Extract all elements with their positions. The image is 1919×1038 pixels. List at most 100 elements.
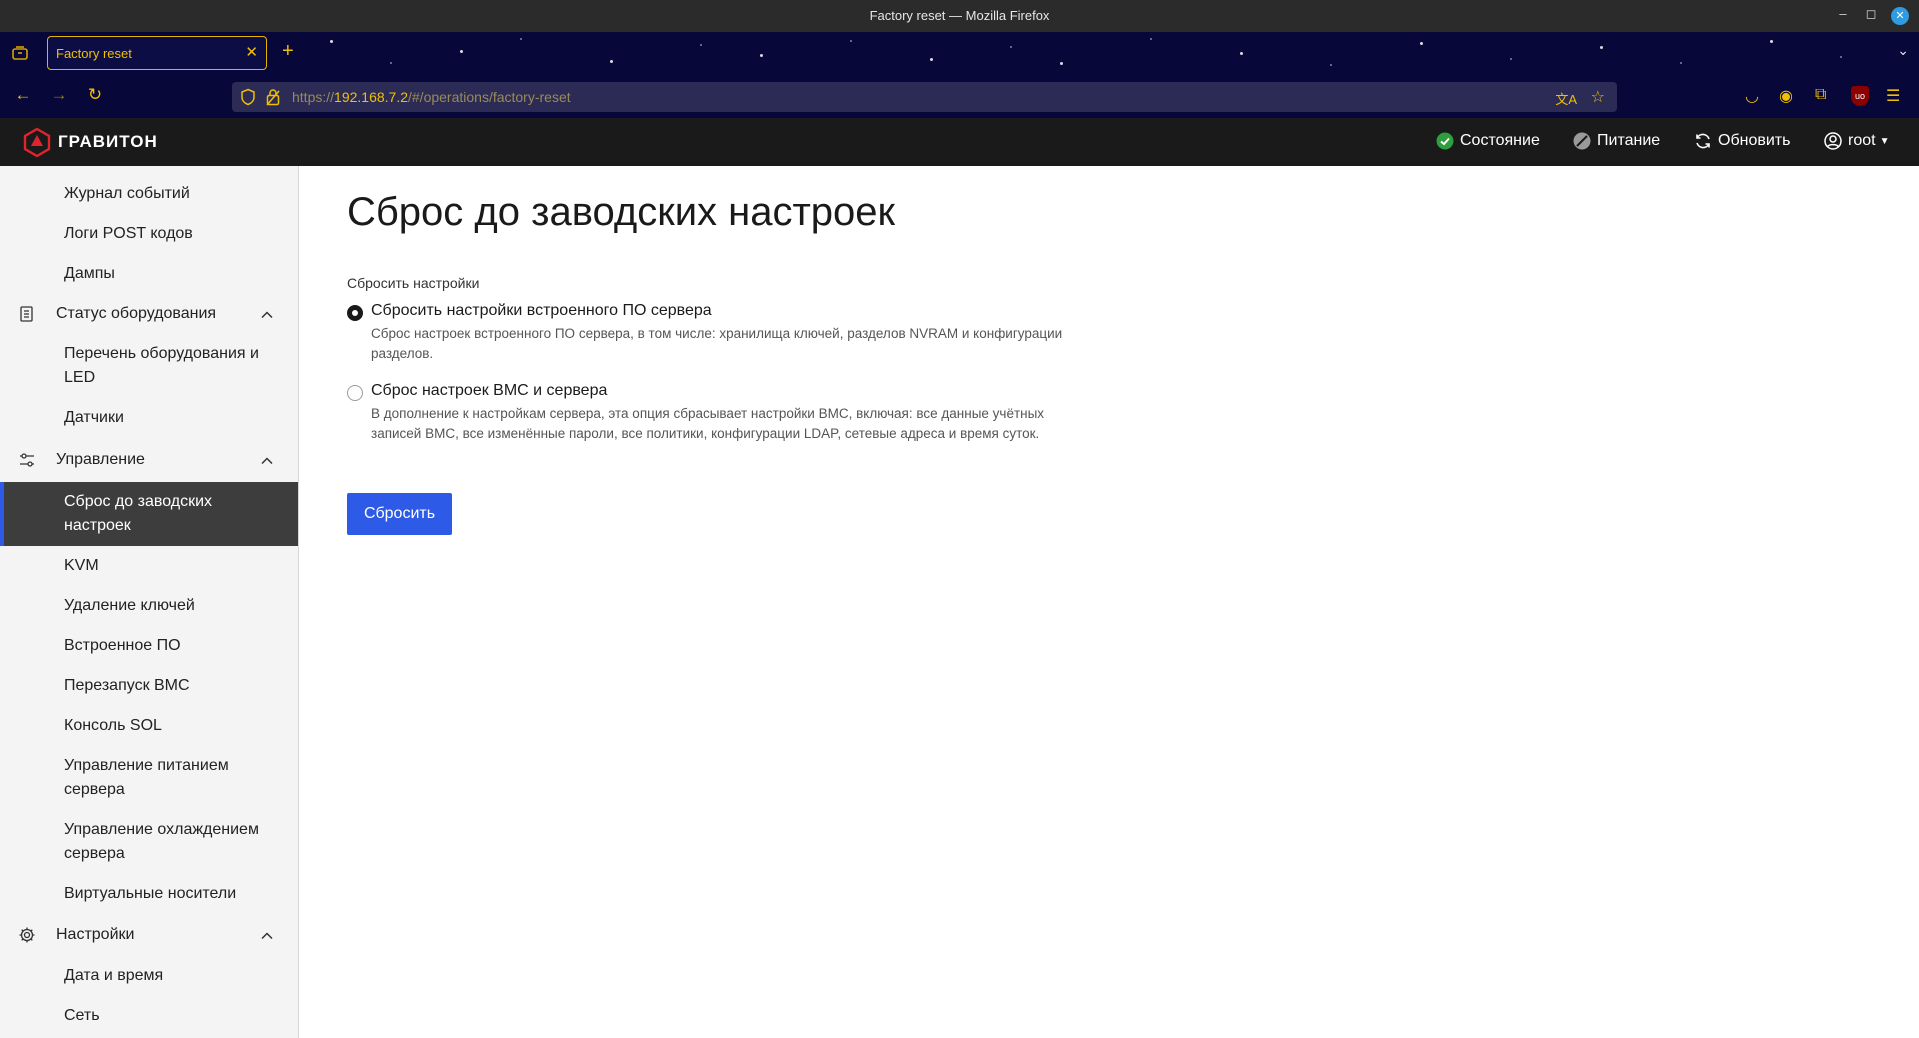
theme-star [1060, 62, 1063, 65]
url-bar[interactable]: https://192.168.7.2/#/operations/factory… [232, 82, 1617, 112]
sidebar-item-event-log[interactable]: Журнал событий [0, 182, 298, 210]
user-icon [1824, 132, 1842, 150]
sidebar-item-label: Сеть [64, 1007, 100, 1024]
sidebar-item-label: Дата и время [64, 967, 164, 984]
window-titlebar: Factory reset — Mozilla Firefox – ◻ ✕ [0, 0, 1919, 32]
theme-star [1840, 56, 1842, 58]
navigation-bar: ← → ↻ https://192.168.7.2/#/operations/f… [0, 76, 1919, 118]
main-content: Сброс до заводских настроек Сбросить нас… [300, 166, 1919, 1038]
account-icon[interactable]: ◉ [1779, 86, 1793, 106]
sidebar-item-date-time[interactable]: Дата и время [0, 964, 298, 992]
header-refresh-button[interactable]: Обновить [1694, 132, 1790, 150]
sidebar: Журнал событий Логи POST кодов Дампы Ста… [0, 166, 299, 1038]
option-description: В дополнение к настройкам сервера, эта о… [371, 406, 1045, 441]
theme-star [610, 60, 613, 63]
tabs-dropdown-icon[interactable]: ⌄ [1897, 42, 1909, 59]
sidebar-item-sensors[interactable]: Датчики [0, 406, 298, 434]
sidebar-item-sol-console[interactable]: Консоль SOL [0, 714, 298, 742]
lock-icon[interactable] [266, 88, 280, 106]
header-power-link[interactable]: Питание [1573, 132, 1660, 150]
sidebar-item-inventory-led[interactable]: Перечень оборудования и LED [0, 342, 298, 394]
chevron-up-icon [260, 452, 274, 466]
theme-star [1680, 62, 1682, 64]
translate-icon[interactable]: 文A [1555, 89, 1577, 108]
theme-star [1510, 58, 1512, 60]
sidebar-item-key-clear[interactable]: Удаление ключей [0, 594, 298, 622]
url-scheme: https:// [292, 89, 335, 105]
sidebar-item-kvm[interactable]: KVM [0, 554, 298, 582]
sidebar-item-label: Сброс до заводских настроек [64, 493, 213, 534]
sidebar-item-label: Перечень оборудования и LED [64, 345, 259, 386]
forward-button[interactable]: → [48, 85, 70, 105]
sidebar-group-settings[interactable]: Настройки [0, 923, 298, 951]
page-title: Сброс до заводских настроек [347, 190, 896, 234]
sidebar-item-firmware[interactable]: Встроенное ПО [0, 634, 298, 662]
sliders-icon [18, 451, 36, 469]
sidebar-item-label: Консоль SOL [64, 717, 162, 734]
theme-star [1600, 46, 1603, 49]
window-close-button[interactable]: ✕ [1891, 7, 1909, 25]
hardware-list-icon [18, 305, 36, 323]
shield-icon[interactable] [240, 88, 256, 106]
sidebar-item-post-codes[interactable]: Логи POST кодов [0, 222, 298, 250]
option-reset-server-firmware[interactable]: Сбросить настройки встроенного ПО сервер… [347, 302, 1147, 362]
sidebar-item-label: Управление питанием сервера [64, 757, 229, 798]
sidebar-item-label: Виртуальные носители [64, 885, 237, 902]
sidebar-item-factory-reset[interactable]: Сброс до заводских настроек [0, 482, 298, 546]
caret-down-icon: ▼ [1879, 135, 1890, 147]
theme-star [930, 58, 933, 61]
header-user-label: root [1848, 132, 1876, 149]
option-reset-bmc-and-server[interactable]: Сброс настроек BMC и сервера В дополнени… [347, 382, 1147, 442]
sidebar-item-network[interactable]: Сеть [0, 1004, 298, 1032]
header-status-link[interactable]: Состояние [1436, 132, 1540, 150]
sidebar-group-label: Статус оборудования [56, 305, 217, 322]
header-power-label: Питание [1597, 132, 1661, 149]
minimize-button[interactable]: – [1833, 6, 1853, 21]
theme-star [1770, 40, 1773, 43]
sidebar-item-label: Журнал событий [64, 185, 190, 202]
app-header: ГРАВИТОН Состояние Питание Обновить root… [0, 118, 1919, 166]
theme-star [1420, 42, 1423, 45]
new-tab-button[interactable]: + [282, 40, 294, 63]
sidebar-item-server-power[interactable]: Управление питанием сервера [0, 754, 298, 806]
chevron-up-icon [260, 927, 274, 941]
url-text[interactable]: https://192.168.7.2/#/operations/factory… [292, 89, 571, 105]
menu-icon[interactable]: ☰ [1886, 86, 1900, 106]
sidebar-item-label: Датчики [64, 409, 124, 426]
reload-button[interactable]: ↻ [84, 85, 106, 105]
bookmark-star-icon[interactable]: ☆ [1591, 87, 1605, 107]
tab-title: Factory reset [56, 46, 132, 61]
theme-star [700, 44, 702, 46]
ublock-icon[interactable]: uo [1851, 86, 1869, 106]
sidebar-item-dumps[interactable]: Дампы [0, 262, 298, 290]
tab-close-icon[interactable]: ✕ [245, 43, 258, 61]
window-title: Factory reset — Mozilla Firefox [869, 8, 1050, 23]
maximize-button[interactable]: ◻ [1861, 6, 1881, 22]
back-button[interactable]: ← [12, 85, 34, 105]
graviton-logo-icon [23, 127, 51, 157]
sidebar-item-server-cooling[interactable]: Управление охлаждением сервера [0, 818, 298, 870]
radio-reset-bmc-and-server[interactable] [347, 385, 363, 401]
header-user-menu[interactable]: root ▼ [1824, 132, 1889, 150]
pocket-icon[interactable]: ◡ [1745, 86, 1759, 106]
theme-star [1240, 52, 1243, 55]
sidebar-item-label: Дампы [64, 265, 115, 282]
sidebar-item-virtual-media[interactable]: Виртуальные носители [0, 882, 298, 910]
reset-button[interactable]: Сбросить [347, 493, 452, 535]
reset-options-label: Сбросить настройки [347, 275, 480, 291]
sidebar-group-operations[interactable]: Управление [0, 448, 298, 476]
brand-name: ГРАВИТОН [58, 132, 158, 151]
tab-strip: Factory reset ✕ + ⌄ [0, 32, 1919, 76]
sidebar-item-reboot-bmc[interactable]: Перезапуск BMC [0, 674, 298, 702]
header-refresh-label: Обновить [1718, 132, 1791, 149]
radio-reset-server-firmware[interactable] [347, 305, 363, 321]
extensions-puzzle-icon[interactable]: ⧉ [1815, 86, 1826, 104]
sidebar-group-hardware-status[interactable]: Статус оборудования [0, 302, 298, 330]
sidebar-item-label: KVM [64, 557, 99, 574]
brand-logo[interactable]: ГРАВИТОН [22, 126, 158, 158]
option-label: Сбросить настройки встроенного ПО сервер… [371, 302, 712, 319]
sidebar-item-label: Логи POST кодов [64, 225, 193, 242]
tab-list-icon[interactable] [11, 45, 29, 61]
tab-factory-reset[interactable]: Factory reset ✕ [47, 36, 267, 70]
theme-star [330, 40, 333, 43]
